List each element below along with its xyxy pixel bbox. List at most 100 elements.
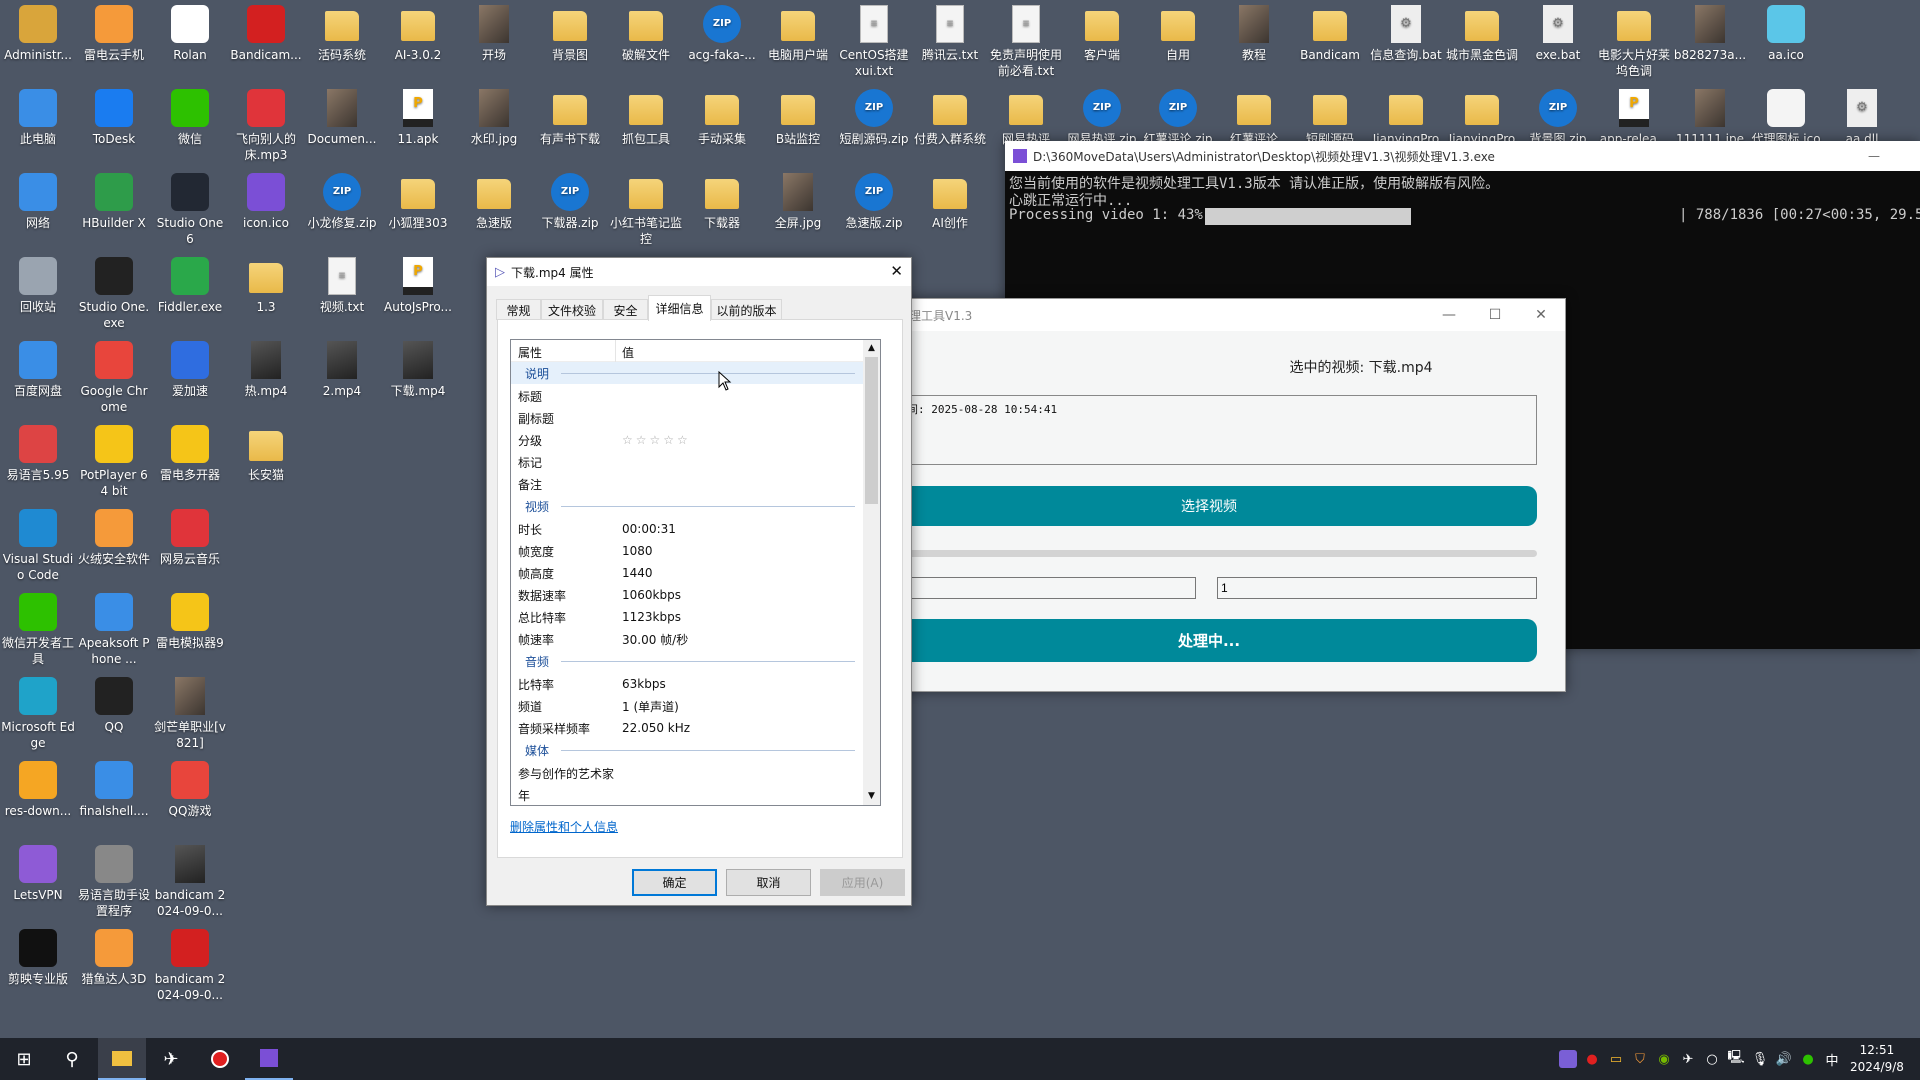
desktop-icon[interactable]: 1.3 xyxy=(229,257,303,315)
search-button[interactable]: ⚲ xyxy=(48,1038,96,1080)
desktop-icon[interactable]: 付费入群系统 xyxy=(913,89,987,147)
desktop-icon[interactable]: 活码系统 xyxy=(305,5,379,63)
desktop-icon[interactable]: P AutoJsPro... xyxy=(381,257,455,315)
tray-nvidia-icon[interactable]: ◉ xyxy=(1655,1050,1673,1068)
desktop-icon[interactable]: 剪映专业版 xyxy=(1,929,75,987)
desktop-icon[interactable]: Apeaksoft Phone ... xyxy=(77,593,151,667)
property-row[interactable]: 数据速率 1060kbps xyxy=(511,584,863,606)
process-button[interactable]: 处理中... xyxy=(881,619,1537,662)
taskbar-file-explorer[interactable] xyxy=(98,1038,146,1080)
property-group-header[interactable]: 说明 xyxy=(511,362,863,384)
desktop-icon[interactable]: ZIP 红薯评论.zip xyxy=(1141,89,1215,147)
desktop-icon[interactable]: 此电脑 xyxy=(1,89,75,147)
desktop-icon[interactable]: ≡ 视频.txt xyxy=(305,257,379,315)
close-button[interactable]: ✕ xyxy=(1518,299,1564,331)
taskbar-video-tool[interactable] xyxy=(245,1038,293,1080)
property-group-header[interactable]: 视频 xyxy=(511,495,863,517)
desktop-icon[interactable]: 小红书笔记监控 xyxy=(609,173,683,247)
desktop-icon[interactable]: Bandicam... xyxy=(229,5,303,63)
desktop-icon[interactable]: JianyingPro xyxy=(1445,89,1519,147)
desktop-icon[interactable]: b828273a... xyxy=(1673,5,1747,63)
tray-app-icon[interactable] xyxy=(1559,1050,1577,1068)
desktop-icon[interactable]: res-down... xyxy=(1,761,75,819)
desktop-icon[interactable]: 爱加速 xyxy=(153,341,227,399)
desktop-icon[interactable]: ZIP 背景图.zip xyxy=(1521,89,1595,147)
desktop-icon[interactable]: 急速版 xyxy=(457,173,531,231)
property-row[interactable]: 比特率 63kbps xyxy=(511,673,863,695)
property-row[interactable]: 分级 ☆☆☆☆☆ xyxy=(511,429,863,451)
scroll-down-arrow[interactable]: ▼ xyxy=(863,788,880,805)
desktop-icon[interactable]: 自用 xyxy=(1141,5,1215,63)
dialog-title-bar[interactable]: ▷ 下载.mp4 属性 ✕ xyxy=(487,258,911,286)
desktop-icon[interactable]: 2.mp4 xyxy=(305,341,379,399)
desktop-icon[interactable]: Visual Studio Code xyxy=(1,509,75,583)
desktop-icon[interactable]: 城市黑金色调 xyxy=(1445,5,1519,63)
desktop-icon[interactable]: PotPlayer 64 bit xyxy=(77,425,151,499)
desktop-icon[interactable]: 易语言5.95 xyxy=(1,425,75,483)
desktop-icon[interactable]: ZIP 网易热评.zip xyxy=(1065,89,1139,147)
desktop-icon[interactable]: Microsoft Edge xyxy=(1,677,75,751)
desktop-icon[interactable]: 有声书下载 xyxy=(533,89,607,147)
remove-properties-link[interactable]: 删除属性和个人信息 xyxy=(510,818,618,835)
desktop-icon[interactable]: 水印.jpg xyxy=(457,89,531,147)
desktop-icon[interactable]: ZIP 急速版.zip xyxy=(837,173,911,231)
desktop-icon[interactable]: Studio One.exe xyxy=(77,257,151,331)
desktop-icon[interactable]: Documen... xyxy=(305,89,379,147)
ok-button[interactable]: 确定 xyxy=(632,869,717,896)
desktop-icon[interactable]: ⚙ aa.dll xyxy=(1825,89,1899,147)
desktop-icon[interactable]: 代理图标.ico xyxy=(1749,89,1823,147)
desktop-icon[interactable]: 雷电多开器 xyxy=(153,425,227,483)
desktop-icon[interactable]: 全屏.jpg xyxy=(761,173,835,231)
desktop-icon[interactable]: HBuilder X xyxy=(77,173,151,231)
maximize-button[interactable]: ☐ xyxy=(1472,299,1518,331)
desktop-icon[interactable]: 教程 xyxy=(1217,5,1291,63)
taskbar-app-feather[interactable]: ✈ xyxy=(147,1038,195,1080)
property-row[interactable]: 标题 xyxy=(511,385,863,407)
taskbar-bandicam[interactable] xyxy=(196,1038,244,1080)
desktop-icon[interactable]: 网易云音乐 xyxy=(153,509,227,567)
desktop-icon[interactable]: finalshell.... xyxy=(77,761,151,819)
desktop-icon[interactable]: ⚙ 信息查询.bat xyxy=(1369,5,1443,63)
clock[interactable]: 12:51 2024/9/8 xyxy=(1850,1042,1904,1076)
desktop-icon[interactable]: 猎鱼达人3D xyxy=(77,929,151,987)
desktop-icon[interactable]: 热.mp4 xyxy=(229,341,303,399)
desktop-icon[interactable]: ⚙ exe.bat xyxy=(1521,5,1595,63)
desktop-icon[interactable]: bandicam 2024-09-0... xyxy=(153,845,227,919)
desktop-icon[interactable]: 剑芒单职业[v821] xyxy=(153,677,227,751)
start-button[interactable]: ⊞ xyxy=(0,1038,48,1080)
select-video-button[interactable]: 选择视频 xyxy=(881,486,1537,526)
property-row[interactable]: 总比特率 1123kbps xyxy=(511,606,863,628)
desktop-icon[interactable]: ≡ 免责声明使用前必看.txt xyxy=(989,5,1063,79)
scroll-thumb[interactable] xyxy=(865,357,878,504)
desktop-icon[interactable]: 微信 xyxy=(153,89,227,147)
desktop-icon[interactable]: Studio One 6 xyxy=(153,173,227,247)
desktop-icon[interactable]: JianyingPro xyxy=(1369,89,1443,147)
desktop-icon[interactable]: ≡ CentOS搭建xui.txt xyxy=(837,5,911,79)
desktop-icon[interactable]: 开场 xyxy=(457,5,531,63)
microphone-icon[interactable]: 🎙 xyxy=(1751,1050,1769,1068)
desktop-icon[interactable]: ZIP acg-faka-... xyxy=(685,5,759,63)
property-row[interactable]: 音频采样频率 22.050 kHz xyxy=(511,717,863,739)
desktop-icon[interactable]: bandicam 2024-09-0... xyxy=(153,929,227,1003)
tab-details[interactable]: 详细信息 xyxy=(648,295,711,321)
desktop-icon[interactable]: QQ xyxy=(77,677,151,735)
volume-icon[interactable]: 🔊 xyxy=(1775,1050,1793,1068)
property-row[interactable]: 时长 00:00:31 xyxy=(511,518,863,540)
desktop-icon[interactable]: Fiddler.exe xyxy=(153,257,227,315)
log-textbox[interactable]: 时间: 2025-08-28 10:54:41 xyxy=(881,395,1537,465)
desktop-icon[interactable]: 百度网盘 xyxy=(1,341,75,399)
tray-feather-icon[interactable]: ✈ xyxy=(1679,1050,1697,1068)
tab-security[interactable]: 安全 xyxy=(603,299,648,320)
desktop-icon[interactable]: 网络 xyxy=(1,173,75,231)
desktop-icon[interactable]: Google Chrome xyxy=(77,341,151,415)
desktop-icon[interactable]: 微信开发者工具 xyxy=(1,593,75,667)
scrollbar[interactable]: ▲ ▼ xyxy=(863,340,880,805)
right-input[interactable] xyxy=(1217,577,1537,599)
tab-general[interactable]: 常规 xyxy=(496,299,541,320)
desktop-icon[interactable]: 易语言助手设置程序 xyxy=(77,845,151,919)
property-row[interactable]: 帧速率 30.00 帧/秒 xyxy=(511,628,863,650)
desktop-icon[interactable]: 客户端 xyxy=(1065,5,1139,63)
desktop-icon[interactable]: 雷电云手机 xyxy=(77,5,151,63)
property-group-header[interactable]: 媒体 xyxy=(511,739,863,761)
minimize-button[interactable]: — xyxy=(1868,149,1880,163)
